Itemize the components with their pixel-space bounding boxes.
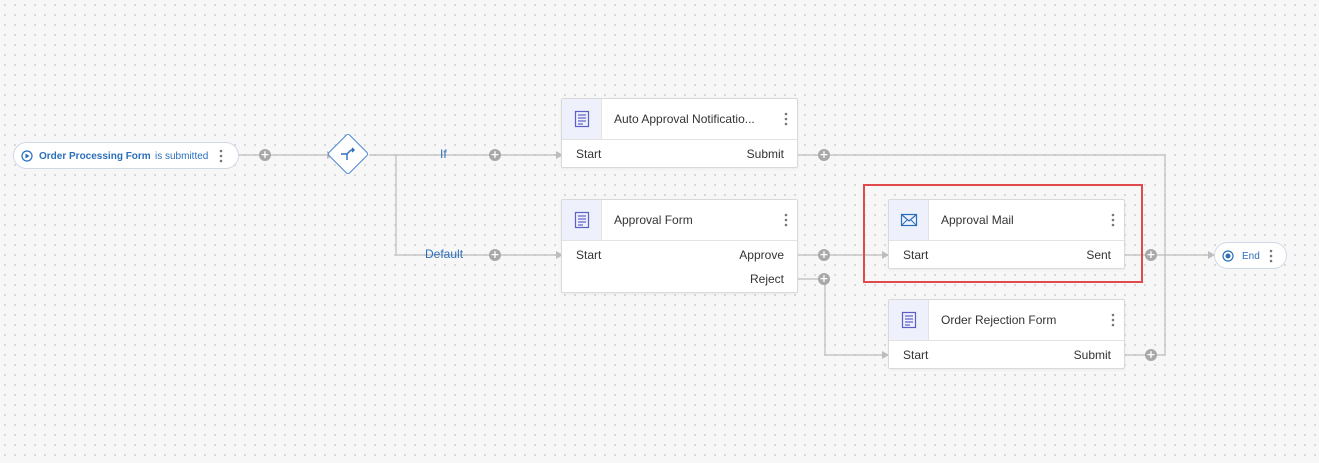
node-header: Order Rejection Form — [889, 300, 1124, 341]
port-start: Start — [576, 248, 602, 262]
more-options-icon[interactable] — [781, 111, 791, 127]
end-label: End — [1242, 251, 1260, 262]
node-title: Approval Mail — [941, 213, 1014, 227]
port-submit: Submit — [1073, 348, 1111, 362]
add-step-if-branch-button[interactable]: + — [489, 149, 501, 161]
stop-circle-icon — [1222, 250, 1234, 265]
order-rejection-form-node[interactable]: Order Rejection Form Start Submit — [888, 299, 1125, 369]
trigger-form-name: Order Processing Form — [39, 151, 151, 162]
form-icon — [562, 99, 602, 139]
add-step-after-approve-button[interactable]: + — [818, 249, 830, 261]
mail-icon — [889, 200, 929, 240]
approval-form-node[interactable]: Approval Form Start Approve Reject — [561, 199, 798, 293]
add-step-after-reject-button[interactable]: + — [818, 273, 830, 285]
port-sent: Sent — [1086, 248, 1111, 262]
port-submit: Submit — [746, 147, 784, 161]
port-approve: Approve — [739, 248, 784, 262]
end-node[interactable]: End — [1214, 242, 1287, 269]
form-icon — [889, 300, 929, 340]
node-title: Approval Form — [614, 213, 693, 227]
more-options-icon[interactable] — [781, 212, 791, 228]
more-options-icon[interactable] — [1108, 212, 1118, 228]
auto-approval-node[interactable]: Auto Approval Notificatio... Start Submi… — [561, 98, 798, 168]
trigger-more-icon[interactable] — [216, 148, 226, 164]
node-title: Auto Approval Notificatio... — [614, 112, 755, 126]
add-step-after-rejection-button[interactable]: + — [1145, 349, 1157, 361]
node-header: Approval Mail — [889, 200, 1124, 241]
add-step-after-trigger-button[interactable]: + — [259, 149, 271, 161]
more-options-icon[interactable] — [1108, 312, 1118, 328]
add-step-after-auto-approval-button[interactable]: + — [818, 149, 830, 161]
approval-mail-node[interactable]: Approval Mail Start Sent — [888, 199, 1125, 269]
node-header: Approval Form — [562, 200, 797, 241]
add-step-default-branch-button[interactable]: + — [489, 249, 501, 261]
play-circle-icon — [21, 150, 33, 165]
node-header: Auto Approval Notificatio... — [562, 99, 797, 140]
end-more-icon[interactable] — [1266, 248, 1276, 264]
port-reject: Reject — [749, 272, 784, 286]
port-start: Start — [903, 348, 929, 362]
port-start: Start — [576, 147, 602, 161]
trigger-node[interactable]: Order Processing Form is submitted — [13, 142, 239, 169]
port-start: Start — [903, 248, 929, 262]
if-branch-label[interactable]: If — [440, 147, 447, 161]
default-branch-label[interactable]: Default — [425, 247, 463, 261]
trigger-event: is submitted — [155, 151, 209, 162]
branch-icon — [339, 145, 357, 168]
node-title: Order Rejection Form — [941, 313, 1057, 327]
form-icon — [562, 200, 602, 240]
add-step-after-mail-button[interactable]: + — [1145, 249, 1157, 261]
